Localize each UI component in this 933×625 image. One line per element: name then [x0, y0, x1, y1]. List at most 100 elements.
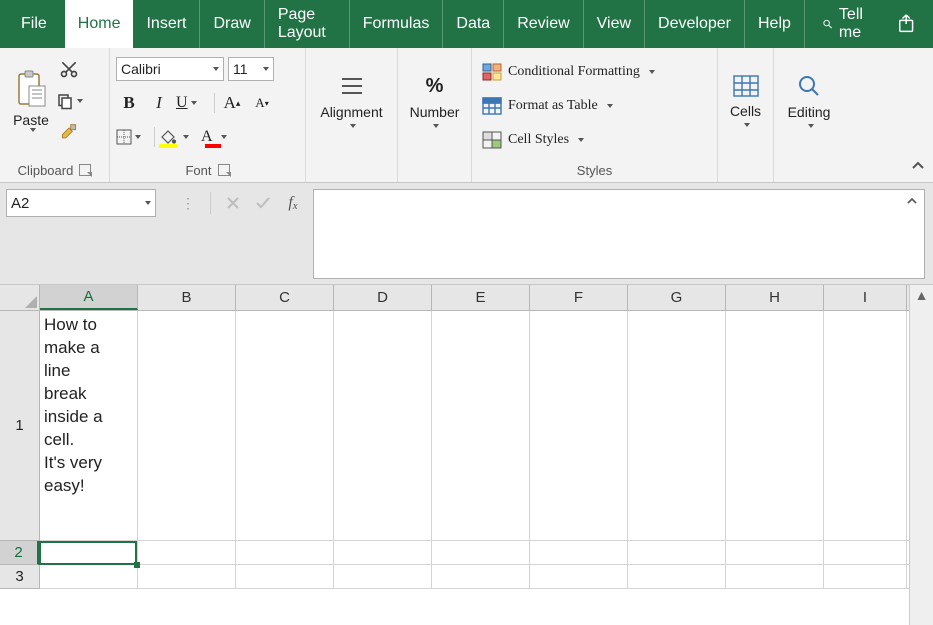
cell[interactable] [236, 565, 334, 589]
fill-color-button[interactable] [159, 124, 197, 150]
font-name-combo[interactable]: Calibri [116, 57, 224, 81]
italic-button[interactable]: I [146, 90, 172, 116]
cell[interactable] [530, 541, 628, 565]
dots-button[interactable]: ⋮ [174, 189, 202, 217]
select-all-corner[interactable] [0, 285, 40, 311]
group-number: % Number [398, 48, 472, 182]
tab-view[interactable]: View [584, 0, 645, 48]
cancel-button[interactable] [219, 189, 247, 217]
insert-function-button[interactable]: fx [279, 189, 307, 217]
cell[interactable] [628, 565, 726, 589]
column-header[interactable]: E [432, 285, 530, 310]
group-clipboard: Paste Clipboard [0, 48, 110, 182]
cell[interactable] [530, 311, 628, 541]
cell[interactable] [40, 565, 138, 589]
cell[interactable] [432, 311, 530, 541]
font-color-button[interactable]: A [201, 124, 239, 150]
cell[interactable] [726, 541, 824, 565]
formula-input[interactable] [313, 189, 925, 279]
alignment-button[interactable]: Alignment [313, 52, 391, 150]
tab-page-layout[interactable]: Page Layout [265, 0, 350, 48]
grow-font-button[interactable]: A▴ [219, 90, 245, 116]
scroll-up-button[interactable]: ▲ [910, 285, 933, 305]
tab-help[interactable]: Help [745, 0, 805, 48]
editing-button[interactable]: Editing [780, 52, 838, 150]
chevron-down-icon [607, 104, 613, 108]
column-header[interactable]: G [628, 285, 726, 310]
cell[interactable] [432, 541, 530, 565]
number-button[interactable]: % Number [404, 52, 466, 150]
bold-button[interactable]: B [116, 90, 142, 116]
cell[interactable] [726, 311, 824, 541]
tab-developer[interactable]: Developer [645, 0, 745, 48]
chevron-down-icon [350, 124, 356, 128]
name-box[interactable]: A2 [6, 189, 156, 217]
share-button[interactable] [883, 0, 933, 48]
column-header[interactable]: F [530, 285, 628, 310]
cell[interactable] [824, 311, 907, 541]
column-header[interactable]: H [726, 285, 824, 310]
align-icon [338, 74, 366, 98]
underline-button[interactable]: U [176, 90, 210, 116]
cells-button[interactable]: Cells [723, 52, 768, 150]
chevron-down-icon [744, 123, 750, 127]
chevron-down-icon [191, 101, 197, 105]
tab-review[interactable]: Review [504, 0, 583, 48]
column-header[interactable]: I [824, 285, 907, 310]
row-headers: 123 [0, 311, 40, 589]
tab-draw[interactable]: Draw [200, 0, 264, 48]
tab-data[interactable]: Data [443, 0, 504, 48]
format-as-table-button[interactable]: Format as Table [478, 93, 617, 119]
x-icon [226, 196, 240, 210]
cell[interactable] [138, 565, 236, 589]
column-header[interactable]: C [236, 285, 334, 310]
cell[interactable] [530, 565, 628, 589]
cell[interactable] [138, 311, 236, 541]
cell[interactable] [334, 565, 432, 589]
paste-button[interactable]: Paste [6, 52, 56, 150]
vertical-scrollbar[interactable]: ▲ [909, 285, 933, 625]
tab-file[interactable]: File [8, 0, 65, 48]
cell-styles-button[interactable]: Cell Styles [478, 127, 588, 153]
font-size-combo[interactable]: 11 [228, 57, 274, 81]
tab-insert[interactable]: Insert [133, 0, 200, 48]
column-header[interactable]: A [40, 285, 138, 310]
cell[interactable] [334, 311, 432, 541]
copy-button[interactable] [56, 88, 90, 114]
cell[interactable] [236, 541, 334, 565]
collapse-ribbon-button[interactable] [911, 159, 925, 176]
column-header[interactable]: B [138, 285, 236, 310]
tell-me-search[interactable]: Tell me [809, 0, 883, 48]
font-group-label: Font [185, 163, 211, 178]
cell[interactable] [726, 565, 824, 589]
row-header[interactable]: 2 [0, 541, 39, 565]
column-header[interactable]: D [334, 285, 432, 310]
tab-home[interactable]: Home [65, 0, 134, 48]
format-painter-button[interactable] [56, 120, 82, 146]
borders-button[interactable] [116, 124, 150, 150]
shrink-font-button[interactable]: A▾ [249, 90, 275, 116]
cell[interactable] [628, 541, 726, 565]
conditional-formatting-button[interactable]: Conditional Formatting [478, 59, 659, 85]
cell[interactable] [432, 565, 530, 589]
cell[interactable] [138, 541, 236, 565]
tab-formulas[interactable]: Formulas [350, 0, 444, 48]
cell[interactable]: How to make a line break inside a cell. … [40, 311, 138, 541]
cut-button[interactable] [56, 56, 82, 82]
cell[interactable] [236, 311, 334, 541]
cell[interactable] [824, 541, 907, 565]
dialog-launcher-icon[interactable] [218, 164, 230, 176]
cell[interactable] [40, 541, 138, 565]
row-header[interactable]: 3 [0, 565, 39, 589]
enter-button[interactable] [249, 189, 277, 217]
cell[interactable] [628, 311, 726, 541]
cell[interactable] [824, 565, 907, 589]
row-header[interactable]: 1 [0, 311, 39, 541]
cell[interactable] [334, 541, 432, 565]
expand-formula-bar-button[interactable] [906, 194, 918, 210]
fill-handle[interactable] [134, 562, 140, 568]
conditional-formatting-icon [482, 63, 502, 81]
cells-area[interactable]: How to make a line break inside a cell. … [40, 311, 909, 625]
dialog-launcher-icon[interactable] [79, 164, 91, 176]
formula-bar: A2 ⋮ fx [0, 183, 933, 285]
